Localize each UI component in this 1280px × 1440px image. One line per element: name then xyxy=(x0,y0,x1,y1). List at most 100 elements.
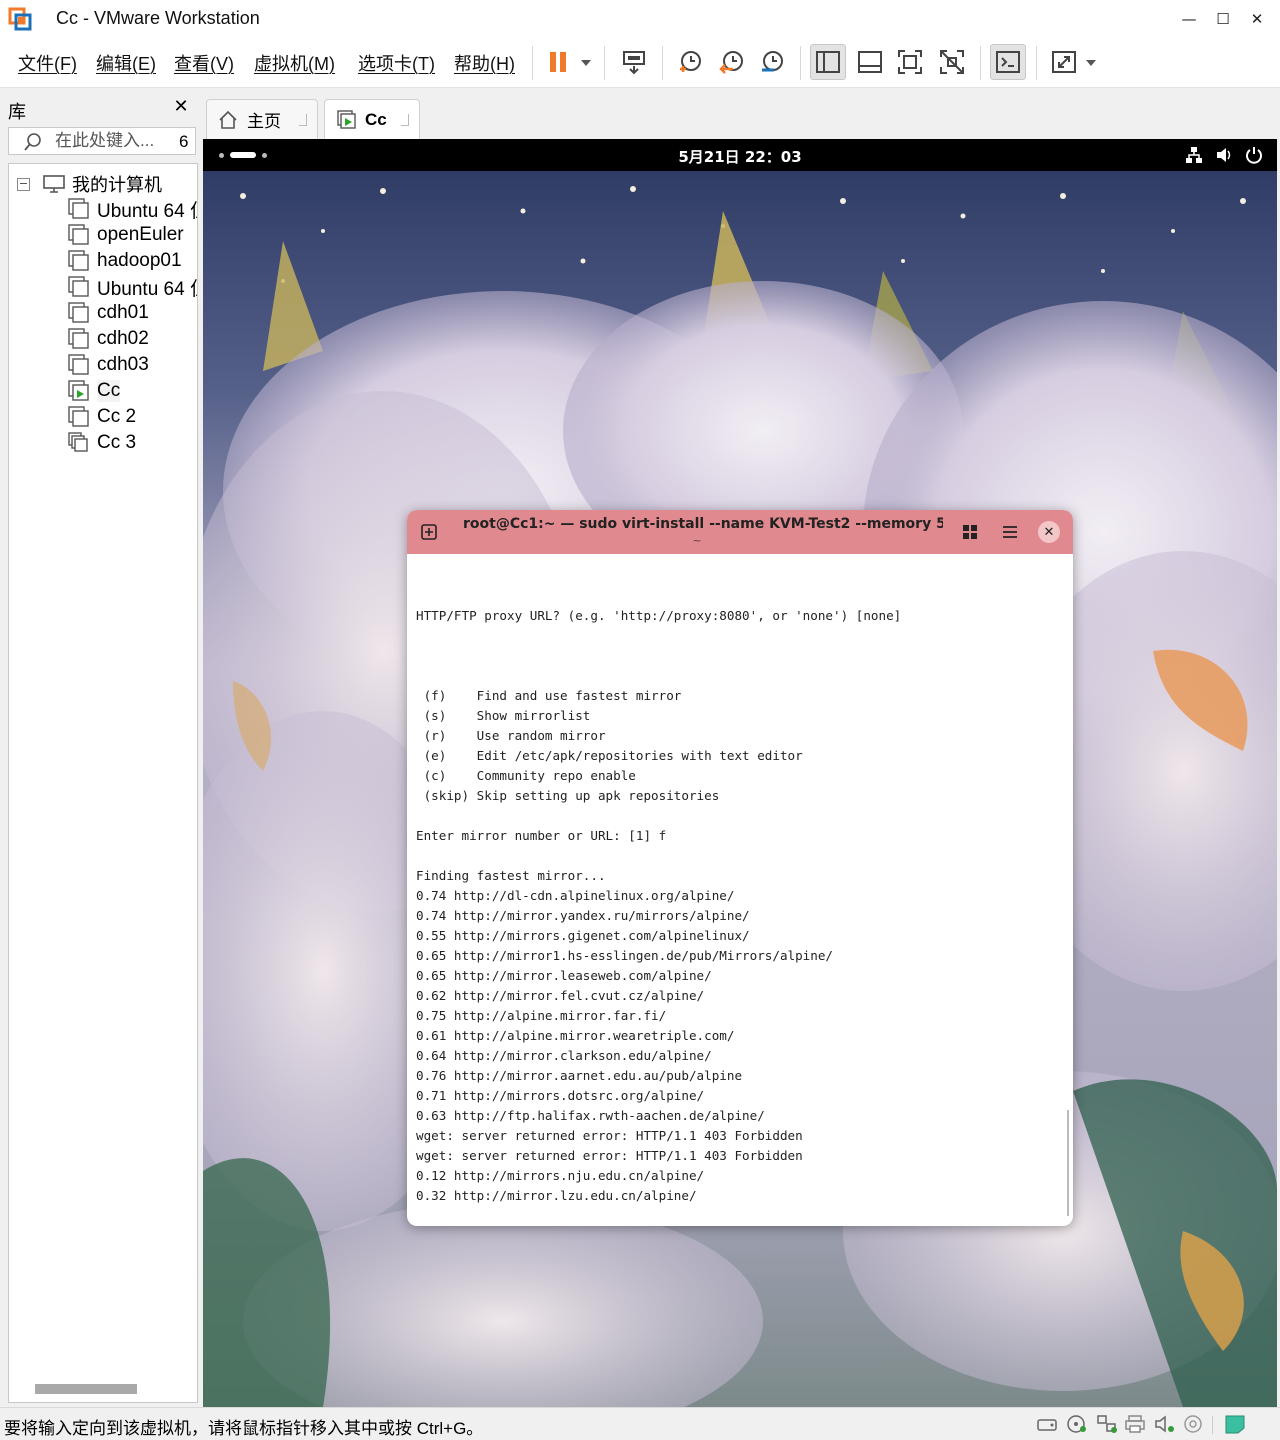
tab-close-icon[interactable] xyxy=(299,114,307,126)
menu-tabs[interactable]: 选项卡(T) xyxy=(358,50,435,76)
tree-vm-label: cdh02 xyxy=(97,328,149,349)
close-button[interactable]: ✕ xyxy=(1242,4,1272,34)
vm-icon xyxy=(68,276,89,297)
vm-console[interactable]: 5月21日 22：03 root@Cc1:~ — sudo virt-insta… xyxy=(203,139,1277,1407)
toolbar-separator xyxy=(532,46,533,80)
tab-overview-icon[interactable] xyxy=(959,521,981,543)
network-adapter-icon[interactable] xyxy=(1096,1414,1118,1434)
show-library-icon[interactable] xyxy=(810,44,846,80)
tree-vm-item[interactable]: Cc xyxy=(67,378,121,404)
tree-vm-item[interactable]: hadoop01 xyxy=(67,248,182,274)
menu-edit[interactable]: 编辑(E) xyxy=(96,50,156,76)
status-bar: 要将输入定向到该虚拟机，请将鼠标指针移入其中或按 Ctrl+G。 xyxy=(0,1407,1280,1440)
gnome-top-bar: 5月21日 22：03 xyxy=(203,139,1277,171)
tree-root-my-computer[interactable]: − 我的计算机 xyxy=(17,172,162,196)
stretch-guest-icon[interactable] xyxy=(1046,44,1082,80)
show-thumbnail-bar-icon[interactable] xyxy=(852,44,888,80)
maximize-button[interactable]: ☐ xyxy=(1208,4,1238,34)
tree-vm-label: cdh01 xyxy=(97,302,149,323)
hard-disk-icon[interactable] xyxy=(1036,1414,1058,1434)
toolbar-separator xyxy=(604,46,605,80)
terminal-line: HTTP/FTP proxy URL? (e.g. 'http://proxy:… xyxy=(416,608,902,623)
revert-snapshot-icon[interactable] xyxy=(714,44,750,80)
library-horizontal-scrollbar[interactable] xyxy=(35,1384,137,1394)
tree-root-label: 我的计算机 xyxy=(72,175,162,195)
terminal-line: 0.61 http://alpine.mirror.wearetriple.co… xyxy=(416,1028,735,1043)
message-icon[interactable] xyxy=(1224,1414,1246,1434)
printer-icon[interactable] xyxy=(1124,1414,1146,1434)
sound-card-icon[interactable] xyxy=(1154,1414,1176,1434)
vm-icon xyxy=(68,328,89,349)
tree-vm-label: Cc 3 xyxy=(97,432,137,453)
vm-icon xyxy=(68,302,89,323)
menu-vm[interactable]: 虚拟机(M) xyxy=(254,50,335,76)
network-icon xyxy=(1186,147,1202,163)
menu-view[interactable]: 查看(V) xyxy=(174,50,234,76)
volume-icon xyxy=(1217,148,1231,162)
tab-strip: 主页 Cc xyxy=(200,89,1280,139)
system-tray[interactable] xyxy=(1185,146,1263,164)
full-screen-icon[interactable] xyxy=(892,44,928,80)
tree-vm-label: cdh03 xyxy=(97,354,149,375)
computer-icon xyxy=(43,175,65,193)
tree-vm-item[interactable]: cdh02 xyxy=(67,326,149,352)
snapshot-icon[interactable] xyxy=(672,44,708,80)
status-separator xyxy=(1212,1416,1213,1434)
terminal-line: (r) Use random mirror xyxy=(416,728,606,743)
tree-vm-item[interactable]: Cc 3 xyxy=(67,430,136,456)
unity-icon[interactable] xyxy=(934,44,970,80)
library-header: 库 ✕ xyxy=(0,89,200,127)
terminal-line: wget: server returned error: HTTP/1.1 40… xyxy=(416,1128,803,1143)
terminal-line: Enter mirror number or URL: [1] f xyxy=(416,828,667,843)
window-title: Cc - VMware Workstation xyxy=(56,8,260,28)
vm-icon xyxy=(68,198,89,219)
library-close-button[interactable]: ✕ xyxy=(170,95,192,117)
stretch-dropdown-icon[interactable] xyxy=(1085,58,1097,68)
menu-help[interactable]: 帮助(H) xyxy=(454,50,515,76)
tree-vm-item[interactable]: cdh01 xyxy=(67,300,149,326)
library-search-input[interactable] xyxy=(55,130,175,152)
terminal-line: (skip) Skip setting up apk repositories xyxy=(416,788,720,803)
console-view-icon[interactable] xyxy=(990,44,1026,80)
tree-vm-label: Cc xyxy=(97,380,121,402)
tab-cc[interactable]: Cc xyxy=(324,99,420,139)
minimize-button[interactable]: — xyxy=(1174,4,1204,34)
tab-close-icon[interactable] xyxy=(401,114,409,126)
library-search: 6 xyxy=(8,127,196,155)
collapse-icon[interactable]: − xyxy=(17,177,30,191)
terminal-close-icon[interactable]: ✕ xyxy=(1038,521,1060,543)
snapshot-manager-icon[interactable] xyxy=(754,44,790,80)
menu-file[interactable]: 文件(F) xyxy=(18,50,77,76)
display-icon[interactable] xyxy=(1182,1414,1204,1434)
tree-vm-item[interactable]: cdh03 xyxy=(67,352,149,378)
vm-running-icon xyxy=(337,109,356,129)
tree-vm-item[interactable]: Ubuntu 64 位 xyxy=(67,274,197,300)
hamburger-menu-icon[interactable] xyxy=(999,521,1021,543)
tab-home[interactable]: 主页 xyxy=(206,99,318,139)
terminal-scrollbar[interactable] xyxy=(1067,1110,1069,1216)
tree-vm-item[interactable]: openEuler xyxy=(67,222,184,248)
tree-vm-item[interactable]: Ubuntu 64 位 xyxy=(67,196,197,222)
tree-vm-item[interactable]: Cc 2 xyxy=(67,404,136,430)
toolbar-separator xyxy=(662,46,663,80)
pause-dropdown-icon[interactable] xyxy=(580,58,592,68)
gnome-clock[interactable]: 5月21日 22：03 xyxy=(203,146,1277,167)
vm-icon xyxy=(68,250,89,271)
terminal-header[interactable]: root@Cc1:~ — sudo virt-install --name KV… xyxy=(407,510,1073,554)
terminal-output[interactable]: HTTP/FTP proxy URL? (e.g. 'http://proxy:… xyxy=(416,586,1056,1206)
search-count: 6 xyxy=(179,132,189,151)
pause-icon[interactable] xyxy=(540,44,576,80)
cd-dvd-icon[interactable] xyxy=(1066,1414,1088,1434)
toolbar-separator xyxy=(800,46,801,80)
title-bar: Cc - VMware Workstation — ☐ ✕ xyxy=(0,0,1280,38)
terminal-line: 0.62 http://mirror.fel.cvut.cz/alpine/ xyxy=(416,988,705,1003)
send-ctrl-alt-del-icon[interactable] xyxy=(616,44,652,80)
terminal-line: (s) Show mirrorlist xyxy=(416,708,591,723)
terminal-window[interactable]: root@Cc1:~ — sudo virt-install --name KV… xyxy=(407,510,1073,1226)
vm-icon xyxy=(68,406,89,427)
terminal-line: 0.65 http://mirror1.hs-esslingen.de/pub/… xyxy=(416,948,834,963)
